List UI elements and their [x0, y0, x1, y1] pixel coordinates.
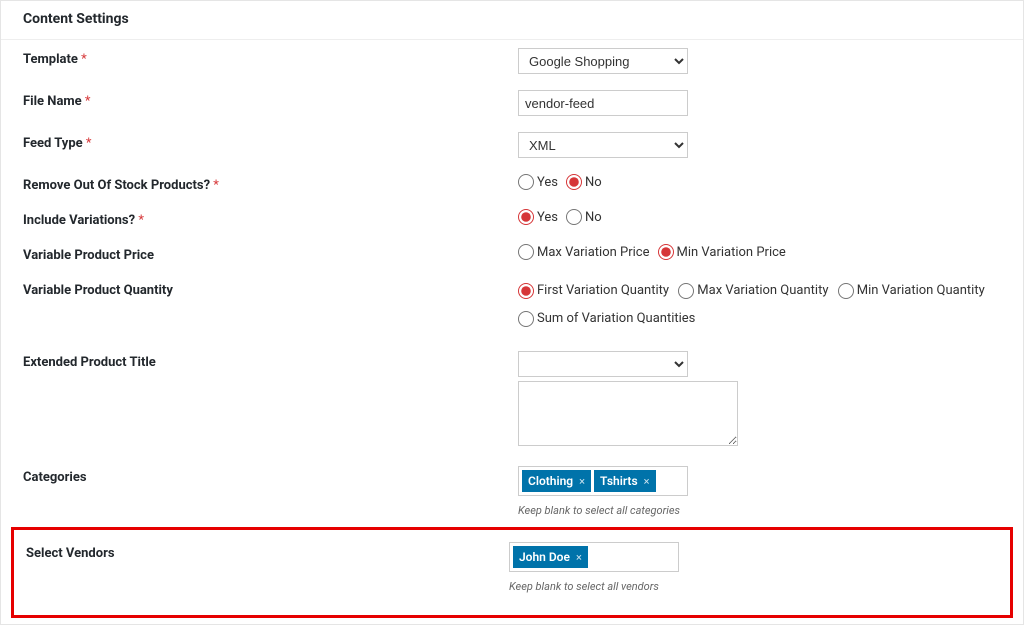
variable-qty-min[interactable]: Min Variation Quantity [838, 279, 985, 302]
label-feed-type: Feed Type * [23, 132, 518, 151]
include-variations-radio-group: Yes No [518, 209, 1001, 225]
include-variations-yes[interactable]: Yes [518, 209, 558, 225]
file-name-input[interactable] [518, 90, 688, 116]
row-variable-price: Variable Product Price Max Variation Pri… [1, 236, 1023, 271]
remove-oos-no[interactable]: No [566, 174, 602, 190]
required-asterisk: * [138, 213, 144, 228]
remove-tag-icon[interactable]: × [579, 475, 585, 488]
category-tag: Clothing × [522, 470, 591, 492]
remove-tag-icon[interactable]: × [576, 551, 582, 564]
include-variations-no[interactable]: No [566, 209, 602, 225]
row-include-variations: Include Variations? * Yes No [1, 201, 1023, 236]
required-asterisk: * [213, 178, 219, 193]
label-vendors: Select Vendors [26, 542, 509, 561]
panel-title: Content Settings [23, 11, 1001, 27]
variable-qty-radio-group: First Variation Quantity Max Variation Q… [518, 279, 1001, 335]
vendors-helper: Keep blank to select all vendors [509, 580, 998, 593]
label-extended-title: Extended Product Title [23, 351, 518, 370]
label-template: Template * [23, 48, 518, 67]
template-select[interactable]: Google Shopping [518, 48, 688, 74]
variable-qty-first[interactable]: First Variation Quantity [518, 279, 669, 302]
row-variable-qty: Variable Product Quantity First Variatio… [1, 271, 1023, 343]
categories-multiselect[interactable]: Clothing × Tshirts × [518, 466, 688, 496]
content-settings-panel: Content Settings Template * Google Shopp… [0, 0, 1024, 625]
row-extended-title: Extended Product Title [1, 343, 1023, 458]
variable-price-min[interactable]: Min Variation Price [658, 244, 786, 260]
vendor-tag: John Doe × [513, 546, 588, 568]
row-remove-oos: Remove Out Of Stock Products? * Yes No [1, 166, 1023, 201]
label-remove-oos: Remove Out Of Stock Products? * [23, 174, 518, 193]
variable-price-max[interactable]: Max Variation Price [518, 244, 650, 260]
required-asterisk: * [85, 94, 91, 109]
label-categories: Categories [23, 466, 518, 485]
extended-title-textarea[interactable] [518, 381, 738, 446]
variable-qty-sum[interactable]: Sum of Variation Quantities [518, 307, 695, 330]
label-variable-price: Variable Product Price [23, 244, 518, 263]
categories-helper: Keep blank to select all categories [518, 504, 1001, 517]
row-template: Template * Google Shopping [1, 40, 1023, 82]
extended-title-select[interactable] [518, 351, 688, 377]
vendors-multiselect[interactable]: John Doe × [509, 542, 679, 572]
variable-qty-max[interactable]: Max Variation Quantity [678, 279, 828, 302]
row-categories: Categories Clothing × Tshirts × Keep bla… [1, 458, 1023, 525]
remove-tag-icon[interactable]: × [644, 475, 650, 488]
remove-oos-yes[interactable]: Yes [518, 174, 558, 190]
row-feed-type: Feed Type * XML [1, 124, 1023, 166]
label-variable-qty: Variable Product Quantity [23, 279, 518, 298]
category-tag: Tshirts × [594, 470, 656, 492]
label-include-variations: Include Variations? * [23, 209, 518, 228]
row-file-name: File Name * [1, 82, 1023, 124]
panel-header: Content Settings [1, 1, 1023, 40]
required-asterisk: * [86, 136, 92, 151]
variable-price-radio-group: Max Variation Price Min Variation Price [518, 244, 1001, 260]
row-vendors: Select Vendors John Doe × Keep blank to … [14, 534, 1010, 601]
feed-type-select[interactable]: XML [518, 132, 688, 158]
label-file-name: File Name * [23, 90, 518, 109]
remove-oos-radio-group: Yes No [518, 174, 1001, 190]
required-asterisk: * [81, 52, 87, 67]
